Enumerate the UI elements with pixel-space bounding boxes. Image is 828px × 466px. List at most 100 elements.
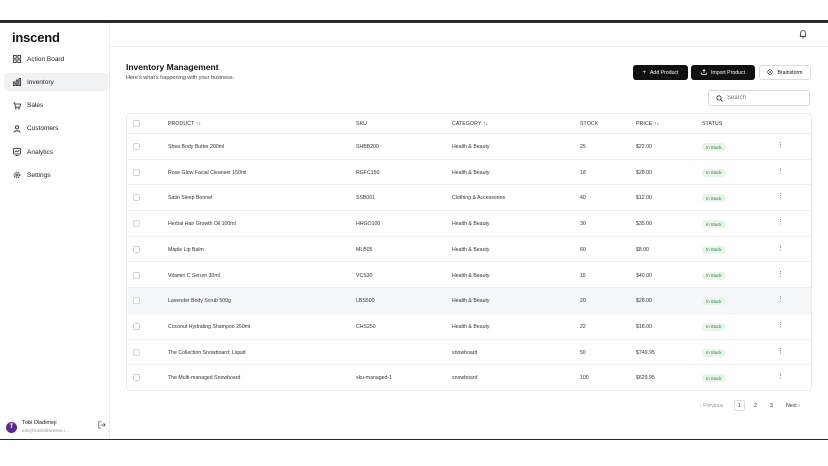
column-category[interactable]: CATEGORY ↑↓: [452, 121, 488, 127]
logout-icon[interactable]: [98, 421, 106, 429]
add-product-button[interactable]: + Add Product: [633, 65, 688, 80]
search-input[interactable]: [727, 95, 807, 101]
sidebar-item-inventory[interactable]: Inventory: [4, 73, 108, 92]
row-checkbox[interactable]: [133, 374, 140, 382]
search-box[interactable]: [708, 90, 810, 106]
product-name: Herbal Hair Growth Oil 100ml: [168, 221, 236, 228]
sidebar-item-action-board[interactable]: Action Board: [4, 50, 108, 68]
product-price: $35.00: [636, 221, 652, 228]
row-checkbox[interactable]: [133, 194, 140, 202]
sidebar-item-label: Analytics: [27, 148, 54, 156]
cart-icon: [12, 101, 21, 110]
pagination: ‹ Previous 1 2 3 Next ›: [696, 400, 812, 412]
column-product[interactable]: PRODUCT ↑↓: [168, 121, 201, 127]
table-row[interactable]: Coconut Hydrating Shampoo 250ml CHS250 Hea…: [127, 314, 811, 340]
row-checkbox[interactable]: [133, 297, 140, 305]
upload-icon: [701, 68, 707, 77]
top-header: [110, 23, 828, 47]
table-row[interactable]: The Multi-managed Snowboard sku-managed-1…: [127, 365, 811, 391]
product-price: $12.00: [636, 195, 652, 202]
status-badge: In Stock: [702, 374, 726, 383]
product-category: Health & Beauty: [452, 298, 490, 305]
sidebar-item-label: Sales: [27, 102, 44, 110]
page-3-button[interactable]: 3: [766, 400, 777, 411]
product-name: The Collection Snowboard: Liquid: [168, 349, 246, 356]
plus-icon: +: [642, 69, 646, 76]
product-name: Vitamin C Serum 30ml: [168, 272, 220, 279]
sidebar-item-label: Settings: [27, 171, 51, 179]
more-options-icon[interactable]: ⋮: [777, 348, 784, 355]
product-category: snowboard: [452, 349, 478, 356]
product-category: snowboard: [452, 375, 478, 382]
user-info: Tobi Oladimeji tobi@tobifeltbweese.i...: [22, 420, 69, 434]
product-sku: SSB001: [356, 195, 376, 202]
status-badge: In Stock: [702, 322, 726, 331]
more-options-icon[interactable]: ⋮: [777, 168, 784, 175]
more-options-icon[interactable]: ⋮: [777, 219, 784, 226]
sidebar-item-label: Customers: [27, 125, 59, 133]
product-stock: 40: [580, 195, 586, 202]
product-category: Health & Beauty: [452, 169, 490, 176]
more-options-icon[interactable]: ⋮: [777, 296, 784, 303]
table-row[interactable]: Satin Sleep Bonnet SSB001 Clothing & Acces…: [127, 185, 811, 212]
import-product-button[interactable]: Import Product: [691, 65, 755, 80]
product-stock: 100: [580, 375, 589, 382]
more-options-icon[interactable]: ⋮: [777, 373, 784, 380]
product-sku: HHGO100: [356, 221, 381, 228]
row-checkbox[interactable]: [133, 271, 140, 279]
product-sku: CHS250: [356, 323, 376, 330]
status-badge: In Stock: [702, 271, 726, 280]
product-stock: 18: [580, 169, 586, 176]
more-options-icon[interactable]: ⋮: [777, 271, 784, 278]
page-subtitle: Here's what's happening with your busine…: [126, 75, 235, 81]
row-checkbox[interactable]: [133, 245, 140, 253]
user-name: Tobi Oladimeji: [22, 420, 57, 426]
table-row[interactable]: Maple Lip Balm MLB05 Health & Beauty 60 $8.0…: [127, 237, 811, 263]
users-icon: [12, 124, 21, 133]
more-options-icon[interactable]: ⋮: [777, 142, 784, 149]
user-profile[interactable]: T Tobi Oladimeji tobi@tobifeltbweese.i..…: [6, 417, 106, 437]
previous-page-button[interactable]: ‹ Previous: [700, 403, 723, 409]
bell-icon[interactable]: [798, 29, 808, 39]
product-price: $18.00: [636, 323, 652, 330]
table-row[interactable]: Rose Glow Facial Cleanser 150ml RGFC150 He…: [127, 160, 811, 186]
table-row[interactable]: Herbal Hair Growth Oil 100ml HHGO100 Healt…: [127, 211, 811, 237]
row-checkbox[interactable]: [133, 220, 140, 228]
status-badge: In Stock: [702, 297, 726, 306]
select-all-checkbox[interactable]: [133, 120, 140, 127]
search-icon: [716, 94, 723, 102]
sidebar-item-analytics[interactable]: Analytics: [4, 143, 108, 161]
table-row[interactable]: Shea Body Butter 200ml SHBB200 Health & Be…: [127, 134, 811, 160]
row-checkbox[interactable]: [133, 348, 140, 356]
product-sku: RGFC150: [356, 169, 380, 176]
status-badge: In Stock: [702, 348, 726, 357]
table-row[interactable]: The Collection Snowboard: Liquid snowboar…: [127, 340, 811, 366]
row-checkbox[interactable]: [133, 322, 140, 330]
table-row[interactable]: Lavender Body Scrub 500g LBS500 Health & B…: [127, 288, 811, 314]
sidebar-item-label: Action Board: [27, 55, 65, 63]
more-options-icon[interactable]: ⋮: [777, 193, 784, 200]
product-price: $28.00: [636, 169, 652, 176]
product-name: Coconut Hydrating Shampoo 250ml: [168, 323, 251, 330]
column-status: STATUS: [702, 121, 723, 127]
more-options-icon[interactable]: ⋮: [777, 245, 784, 252]
brainstorm-button[interactable]: Brainstorm: [759, 65, 811, 80]
page-2-button[interactable]: 2: [750, 400, 761, 411]
table-row[interactable]: Vitamin C Serum 30ml VCS30 Health & Beauty…: [127, 263, 811, 289]
column-sku: SKU: [356, 121, 367, 127]
product-category: Health & Beauty: [452, 323, 490, 330]
row-checkbox[interactable]: [133, 143, 140, 150]
grid-icon: [12, 55, 21, 64]
status-badge: In Stock: [702, 168, 726, 177]
sidebar-item-settings[interactable]: Settings: [4, 166, 108, 184]
page-1-button[interactable]: 1: [734, 400, 745, 411]
sidebar-item-sales[interactable]: Sales: [4, 97, 108, 115]
sidebar-item-customers[interactable]: Customers: [4, 120, 108, 138]
product-name: Lavender Body Scrub 500g: [168, 298, 231, 305]
column-price[interactable]: PRICE ↑↓: [636, 121, 659, 127]
row-checkbox[interactable]: [133, 168, 140, 176]
add-product-label: Add Product: [649, 69, 679, 76]
next-page-button[interactable]: Next ›: [786, 403, 800, 409]
more-options-icon[interactable]: ⋮: [777, 322, 784, 329]
status-badge: In Stock: [702, 220, 726, 229]
